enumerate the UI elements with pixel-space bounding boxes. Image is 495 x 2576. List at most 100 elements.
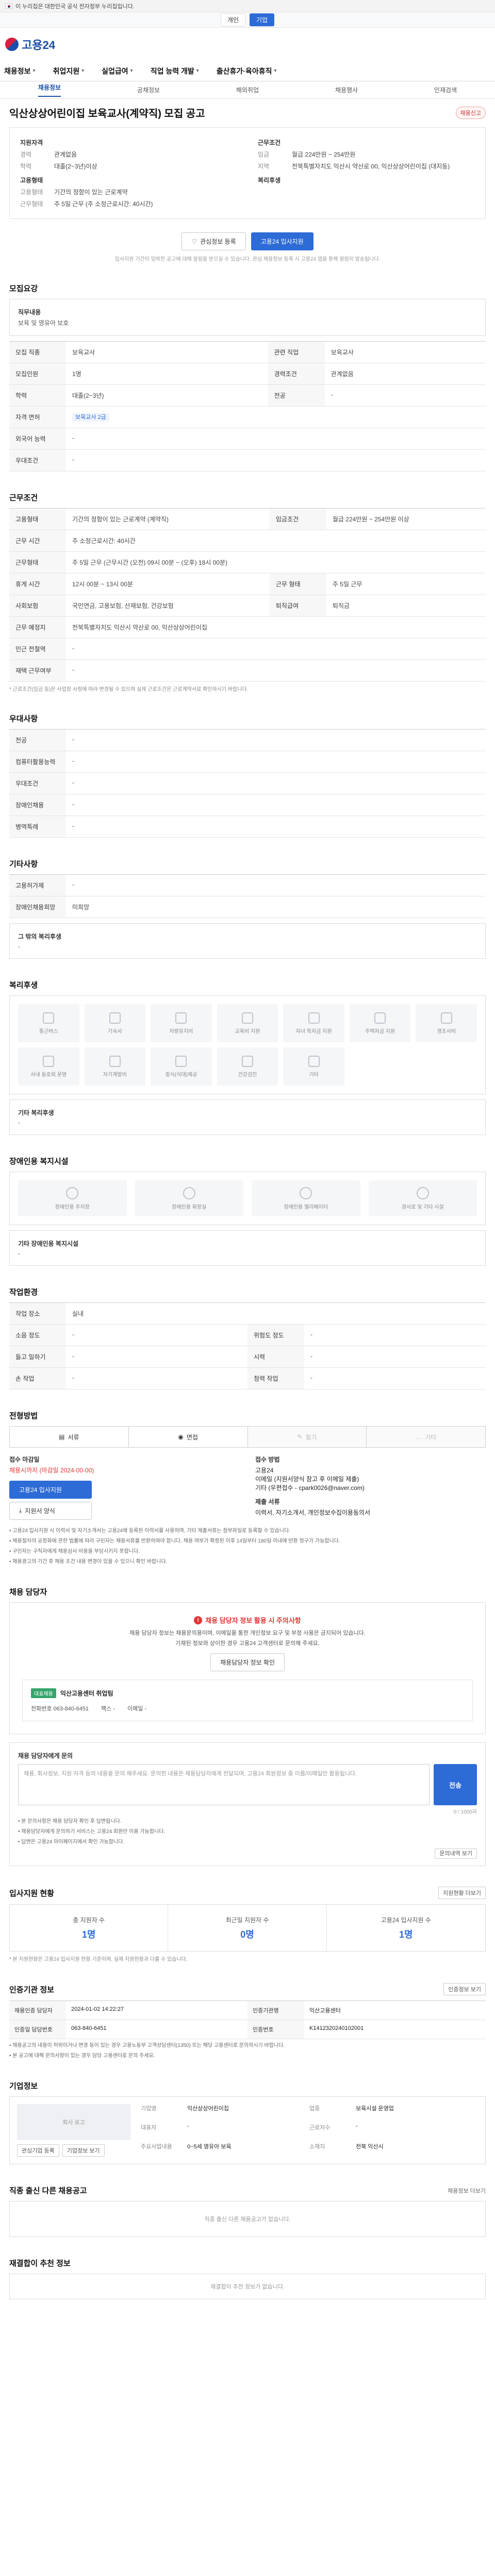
fax-value: - [113, 1706, 116, 1713]
section-title-method: 전형방법 [9, 1412, 38, 1420]
warn-line: 기재된 정보와 상이한 경우 고용24 고객센터로 문의해 주세요. [175, 1640, 320, 1647]
section-title-welfare: 복리후생 [9, 981, 38, 990]
stat-goyong24: 고용24 입사지원 수 1명 [381, 1916, 431, 1940]
table-row: 휴게 시간 12시 00분 ~ 13시 00분 근무 형태 주 5일 근무 [9, 573, 486, 595]
subnav-item[interactable]: 해외취업 [236, 86, 259, 94]
apply-button[interactable]: 고용24 입사지원 [251, 232, 314, 250]
note-item: 채용광고의 기간 후 채용 조건 내용 변경이 있을 수 있으니 확인 바랍니다… [9, 1558, 486, 1566]
chevron-down-icon: ▾ [81, 68, 85, 74]
document-icon: ▤ [59, 1433, 65, 1440]
table-row: 사회보험 국민연금, 고용보험, 산재보험, 건강보험 퇴직급여 퇴직금 [9, 595, 486, 617]
disab-etc-box: 기타 장애인용 복지시설 - [9, 1230, 486, 1266]
section-title-near: 재결합이 추천 정보 [9, 2259, 71, 2268]
nav-item[interactable]: 직업 능력 개발 ▾ [151, 66, 199, 76]
note-item: 채용절차의 공정화에 관한 법률에 따라 구인자는 채용서류를 반환하여야 합니… [9, 1537, 486, 1545]
subnav-item[interactable]: 공채정보 [137, 86, 160, 94]
similar-more-link[interactable]: 채용정보 더보기 [448, 2187, 486, 2195]
welfare-item: 건강검진 [217, 1047, 278, 1086]
table-row: 우대조건 - [9, 449, 486, 471]
check-contact-button[interactable]: 채용담당자 정보 확인 [210, 1653, 285, 1672]
welfare-etc-box: 기타 복리후생 - [9, 1099, 486, 1135]
license-badge: 보육교사 2급 [72, 413, 109, 421]
main-nav: 채용정보 ▾ 취업지원 ▾ 실업급여 ▾ 직업 능력 개발 ▾ 출산휴가·육아휴직 ▾ [0, 61, 495, 81]
stats-more-button[interactable]: 지원현황 더보기 [438, 1887, 486, 1900]
method-block: 접수 방법 고용24 이메일 (지원서양식 참고 후 이메일 제출) 기타 (우… [255, 1455, 486, 1520]
nav-item[interactable]: 취업지원 ▾ [53, 66, 85, 76]
doc-heading: 제출 서류 [255, 1498, 280, 1505]
section-title-env: 작업환경 [9, 1288, 38, 1297]
welfare-item: 기숙사 [84, 1004, 146, 1042]
email-value: - [144, 1706, 147, 1713]
disab-box: 장애인용 주차장 장애인용 화장실 장애인용 엘리베이터 경사로 및 기타 시설 [9, 1172, 486, 1225]
stat-recent: 최근일 지원자 수 0명 [168, 1905, 327, 1952]
nav-item[interactable]: 출산휴가·육아휴직 ▾ [217, 66, 277, 76]
logo[interactable]: 고용24 [5, 36, 55, 53]
step-document: ▤ 서류 [10, 1427, 129, 1447]
job-description: 보육 및 영유아 보호 [18, 319, 69, 327]
disab-item: 장애인용 주차장 [18, 1180, 127, 1216]
car-icon [175, 1012, 187, 1024]
stats-note: * 본 지원현황은 고용24 입사지원 현황 기준이며, 실제 지원현황과 다를… [9, 1957, 188, 1963]
disab-grid: 장애인용 주차장 장애인용 화장실 장애인용 엘리베이터 경사로 및 기타 시설 [18, 1180, 477, 1216]
summary-employment: 고용형태 고용형태 기간의 정함이 있는 근로계약 근무형태 주 5일 근무 (주 … [20, 176, 237, 208]
club-icon [43, 1055, 55, 1067]
step-interview: ◉ 면접 [129, 1427, 248, 1447]
section-title-qualif: 우대사항 [9, 715, 38, 723]
welfare-item: 통근버스 [18, 1004, 79, 1042]
similar-empty: 직종 출신 다른 채용공고가 없습니다. [9, 2201, 486, 2238]
apply-info: 접수 마감일 채용시까지 (마감일 2024-00-00) 고용24 입사지원 … [9, 1455, 486, 1520]
env-personal-tab[interactable]: 개인 [220, 13, 245, 26]
nav-item[interactable]: 채용정보 ▾ [4, 66, 36, 76]
subnav-item[interactable]: 인재검색 [434, 86, 457, 94]
env-company-tab[interactable]: 기업 [250, 13, 275, 26]
company-logo: 회사 로고 [17, 2104, 130, 2141]
nav-item[interactable]: 실업급여 ▾ [102, 66, 133, 76]
table-row: 소음 정도 - 위험도 정도 - [9, 1324, 486, 1346]
section-title-condition: 근무조건 [9, 494, 38, 502]
summary-row: 임금 월급 224만원 ~ 254만원 [258, 151, 356, 158]
note-item: 채용공고의 내용이 허위이거나 변경 등이 있는 경우 고용노동부 고객상담센터… [9, 2042, 486, 2049]
welfare-item: 기타 [283, 1047, 344, 1086]
child-education-icon [308, 1012, 320, 1024]
company-interest-button[interactable]: 관심기업 등록 [17, 2144, 59, 2157]
inquiry-list-button[interactable]: 문의내역 보기 [435, 1849, 477, 1859]
etc-table: 고용허가제 - 장애인채용희망 미희망 [9, 874, 486, 918]
recruit-table: 모집 직종 보육교사 관련 직업 보육교사 모집인원 1명 경력조건 관계없음 학력 대졸(2… [9, 341, 486, 471]
send-button[interactable]: 전송 [434, 1764, 477, 1806]
table-row: 작업 장소 실내 [9, 1302, 486, 1325]
summary-condition: 근무조건 임금 월급 224만원 ~ 254만원 지역 전북특별자치도 익산시 약산… [258, 138, 475, 171]
meal-icon [175, 1055, 187, 1067]
content: 익산상상어린이집 보육교사(계약직) 모집 공고 채용신고 지원자격 경력 관계없… [9, 105, 486, 2330]
method-line: 이메일 (지원서양식 참고 후 이메일 제출) [255, 1476, 359, 1483]
company-info-button[interactable]: 기업정보 보기 [62, 2144, 105, 2157]
table-row: 고용허가제 - [9, 874, 486, 896]
contact-name: 익산고용센터 취업팀 [60, 1690, 113, 1698]
welfare-box: 통근버스 기숙사 차량유지비 교육비 지원 자녀 학자금 지원 주택자금 지원 … [9, 995, 486, 1094]
table-row: 재택 근무여부 - [9, 659, 486, 682]
page-title: 익산상상어린이집 보육교사(계약직) 모집 공고 [9, 108, 205, 120]
inquiry-textarea[interactable]: 채용, 회사정보, 지원 자격 등의 내용을 문의 해주세요. 문의한 내용은 … [18, 1764, 430, 1806]
logo-icon [5, 38, 19, 51]
subnav-item[interactable]: 채용행사 [335, 86, 358, 94]
subnav-item[interactable]: 채용정보 [38, 83, 61, 97]
env-switch: 개인 기업 [0, 12, 495, 28]
etc-icon [308, 1055, 320, 1067]
info-button[interactable]: 인증정보 보기 [443, 1983, 486, 1996]
parking-icon [66, 1187, 79, 1199]
summary-row: 지역 전북특별자치도 익산시 약산로 00, 익산상상어린이집 (대지동) [258, 163, 450, 170]
table-row: 전공 - [9, 729, 486, 751]
chevron-down-icon: ▾ [274, 68, 277, 74]
report-button[interactable]: 채용신고 [455, 106, 486, 119]
apply-button-bottom[interactable]: 고용24 입사지원 [9, 1481, 92, 1499]
section-title-stats: 입사지원 현황 [9, 1889, 54, 1898]
method-notes: 고용24 입사지원 시 이력서 및 자기소개서는 고용24에 등록된 이력서를 … [9, 1527, 486, 1566]
download-form-button[interactable]: ⤓ 지원서 양식 [9, 1502, 92, 1520]
stats-row: 총 지원자 수 1명 최근일 지원자 수 0명 고용24 입사지원 수 1명 [9, 1904, 486, 1952]
doc-value: 이력서, 자기소개서, 개인정보수집이용동의서 [255, 1509, 371, 1516]
email-label: 이메일 [127, 1706, 143, 1713]
table-row: 근무 시간 주 소정근로시간: 40시간 [9, 530, 486, 552]
title-row: 익산상상어린이집 보육교사(계약직) 모집 공고 채용신고 [9, 105, 486, 120]
table-row: 손 작업 - 청력 작업 - [9, 1367, 486, 1389]
save-interest-button[interactable]: ♡ 관심정보 등록 [182, 232, 246, 250]
gift-icon [440, 1012, 452, 1024]
